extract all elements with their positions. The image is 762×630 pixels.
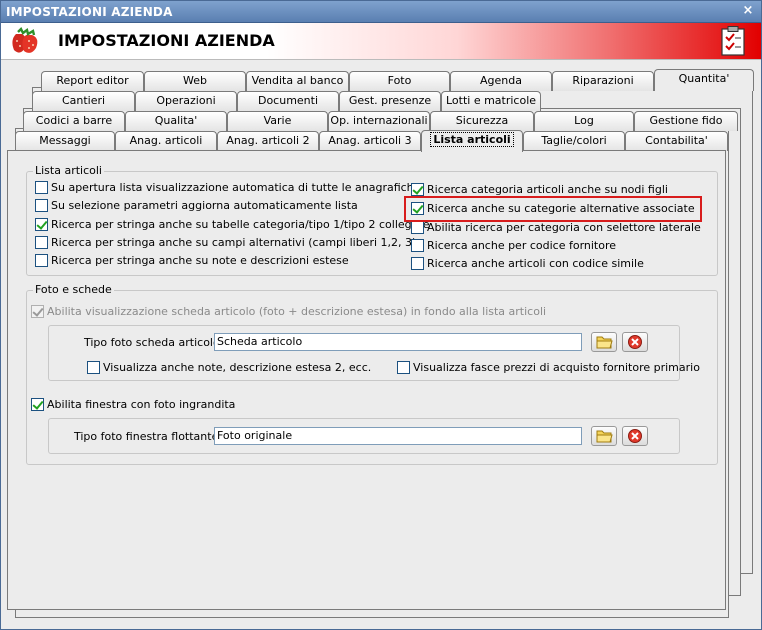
checkbox-box[interactable]	[35, 199, 48, 212]
checkbox-abilita-scheda-articolo[interactable]: Abilita visualizzazione scheda articolo …	[31, 305, 546, 321]
tipo-scheda-input[interactable]: Scheda articolo	[214, 333, 582, 351]
tab-report-editor[interactable]: Report editor	[41, 71, 144, 91]
checkbox-abilita-finestra-foto[interactable]: Abilita finestra con foto ingrandita	[31, 398, 235, 414]
browse-scheda-button[interactable]	[591, 332, 617, 352]
checkbox-ricerca-note-descrizioni[interactable]: Ricerca per stringa anche su note e desc…	[35, 254, 349, 270]
checkbox-box[interactable]	[411, 239, 424, 252]
checkbox-ricerca-campi-alternativi[interactable]: Ricerca per stringa anche su campi alter…	[35, 236, 416, 252]
lista-articoli-legend: Lista articoli	[33, 164, 104, 177]
tab-cantieri[interactable]: Cantieri	[32, 91, 135, 111]
checklist-icon[interactable]	[721, 26, 745, 56]
tab-taglie-colori[interactable]: Taglie/colori	[523, 131, 625, 151]
clear-finestra-button[interactable]	[622, 426, 648, 446]
tab-foto[interactable]: Foto	[349, 71, 450, 91]
checkbox-ricerca-tabelle-categoria[interactable]: Ricerca per stringa anche su tabelle cat…	[35, 218, 429, 234]
window-title: IMPOSTAZIONI AZIENDA	[6, 5, 173, 19]
checkbox-box[interactable]	[35, 218, 48, 231]
tab-qualita[interactable]: Qualita'	[125, 111, 227, 131]
checkbox-apertura-lista[interactable]: Su apertura lista visualizzazione automa…	[35, 181, 420, 197]
title-bar: IMPOSTAZIONI AZIENDA ×	[1, 1, 761, 23]
tab-lista-articoli[interactable]: Lista articoli	[421, 130, 523, 152]
tab-contabilita[interactable]: Contabilita'	[625, 131, 728, 151]
tab-operazioni[interactable]: Operazioni	[135, 91, 237, 111]
browse-finestra-button[interactable]	[591, 426, 617, 446]
tab-anag-articoli-2[interactable]: Anag. articoli 2	[217, 131, 319, 151]
checkbox-ricerca-codice-simile[interactable]: Ricerca anche articoli con codice simile	[411, 257, 644, 273]
strawberries-icon	[12, 26, 38, 53]
checkbox-box[interactable]	[411, 202, 424, 215]
checkbox-box[interactable]	[35, 236, 48, 249]
checkbox-ricerca-categorie-alternative[interactable]: Ricerca anche su categorie alternative a…	[411, 202, 695, 218]
checkbox-box[interactable]	[411, 183, 424, 196]
tab-agenda[interactable]: Agenda	[450, 71, 552, 91]
checkbox-box[interactable]	[397, 361, 410, 374]
foto-schede-legend: Foto e schede	[33, 283, 114, 296]
delete-icon	[628, 335, 642, 349]
checkbox-box[interactable]	[35, 254, 48, 267]
checkbox-selezione-parametri[interactable]: Su selezione parametri aggiorna automati…	[35, 199, 358, 215]
folder-icon	[596, 430, 613, 443]
delete-icon	[628, 429, 642, 443]
tab-gest-presenze[interactable]: Gest. presenze	[339, 91, 441, 111]
checkbox-box[interactable]	[411, 221, 424, 234]
close-icon[interactable]: ×	[741, 4, 755, 18]
tab-lotti-e-matricole[interactable]: Lotti e matricole	[441, 91, 541, 111]
header-title: IMPOSTAZIONI AZIENDA	[58, 31, 275, 50]
tab-anag-articoli-3[interactable]: Anag. articoli 3	[319, 131, 421, 151]
tab-sicurezza[interactable]: Sicurezza	[430, 111, 534, 131]
checkbox-box[interactable]	[87, 361, 100, 374]
checkbox-ricerca-codice-fornitore[interactable]: Ricerca anche per codice fornitore	[411, 239, 616, 255]
tab-quantita[interactable]: Quantita'	[654, 69, 754, 91]
tab-messaggi[interactable]: Messaggi	[15, 131, 115, 151]
tab-anag-articoli[interactable]: Anag. articoli	[115, 131, 217, 151]
tab-documenti[interactable]: Documenti	[237, 91, 339, 111]
checkbox-visualizza-note[interactable]: Visualizza anche note, descrizione estes…	[87, 361, 371, 377]
checkbox-box[interactable]	[411, 257, 424, 270]
tipo-finestra-input[interactable]: Foto originale	[214, 427, 582, 445]
tab-log[interactable]: Log	[534, 111, 634, 131]
tab-op-internazionali[interactable]: Op. internazionali	[328, 111, 430, 131]
checkbox-ricerca-nodi-figli[interactable]: Ricerca categoria articoli anche su nodi…	[411, 183, 668, 199]
settings-window: IMPOSTAZIONI AZIENDA × IMPOSTAZIONI AZIE…	[0, 0, 762, 630]
tab-gestione-fido[interactable]: Gestione fido	[634, 111, 738, 131]
tab-codici-a-barre[interactable]: Codici a barre	[23, 111, 125, 131]
clear-scheda-button[interactable]	[622, 332, 648, 352]
tab-riparazioni[interactable]: Riparazioni	[552, 71, 654, 91]
checkbox-box[interactable]	[31, 398, 44, 411]
tab-web[interactable]: Web	[144, 71, 246, 91]
header-banner: IMPOSTAZIONI AZIENDA	[1, 23, 761, 60]
tab-varie[interactable]: Varie	[227, 111, 328, 131]
checkbox-visualizza-fasce-prezzi[interactable]: Visualizza fasce prezzi di acquisto forn…	[397, 361, 700, 377]
lista-articoli-page: Lista articoli Su apertura lista visuali…	[7, 150, 726, 610]
tipo-finestra-label: Tipo foto finestra flottante :	[74, 430, 226, 443]
tipo-scheda-label: Tipo foto scheda articolo :	[84, 336, 227, 349]
checkbox-box[interactable]	[31, 305, 44, 318]
folder-icon	[596, 336, 613, 349]
checkbox-ricerca-selettore-laterale[interactable]: Abilita ricerca per categoria con selett…	[411, 221, 701, 237]
tab-vendita-al-banco[interactable]: Vendita al banco	[246, 71, 349, 91]
checkbox-box[interactable]	[35, 181, 48, 194]
